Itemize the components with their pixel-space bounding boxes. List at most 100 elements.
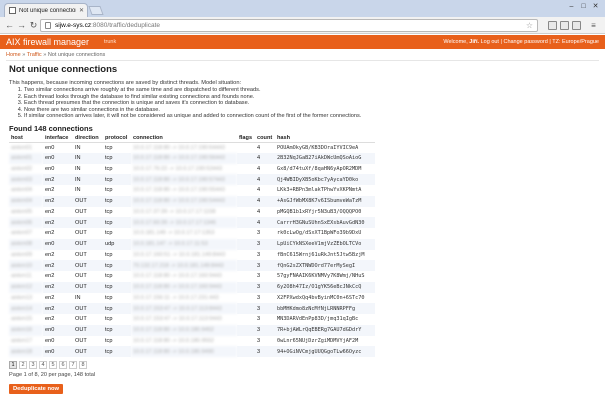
cell-flags: [237, 336, 255, 347]
cell-protocol: tcp: [105, 208, 113, 215]
cell-direction: OUT: [73, 303, 103, 314]
cell-direction: OUT: [73, 260, 103, 271]
cell-host: aixkrn05: [11, 208, 33, 215]
page-2-button[interactable]: 2: [19, 361, 27, 369]
page-3-button[interactable]: 3: [29, 361, 37, 369]
cell-host: aixkrn02: [11, 165, 33, 172]
page-1-button[interactable]: 1: [9, 361, 17, 369]
page-4-button[interactable]: 4: [39, 361, 47, 369]
page-5-button[interactable]: 5: [49, 361, 57, 369]
table-header-row: host interface direction protocol connec…: [9, 134, 375, 143]
cell-hash: CarrrH3GNuSUhnSxEXsbAuvGdN30: [275, 217, 375, 228]
table-row: aixkrn03 en2 IN tcp 10.0.17.118:80 -> 10.0.1…: [9, 174, 375, 185]
reload-icon[interactable]: ↻: [28, 20, 39, 31]
cell-connection: 10.0.17.118:80 -> 10.0.17.160:9443: [131, 281, 237, 293]
cell-interface: en0: [43, 346, 73, 357]
cell-interface: en0: [43, 152, 73, 164]
cell-interface: en2: [45, 230, 55, 237]
cell-host: aixkrn16: [9, 324, 43, 336]
address-bar[interactable]: sijw.e-sys.cz:8080/traffic/deduplicate ☆: [40, 19, 538, 32]
cell-interface: en0: [45, 165, 55, 172]
cell-host: aixkrn07: [11, 230, 33, 237]
cell-host: aixkrn15: [11, 316, 33, 323]
bookmark-star-icon[interactable]: ☆: [526, 21, 533, 30]
browser-tab[interactable]: Not unique connections ✕: [4, 3, 88, 17]
cell-flags: [237, 314, 255, 325]
close-window-icon[interactable]: ✕: [590, 2, 601, 11]
cell-protocol: tcp: [103, 303, 131, 314]
cell-count: 3: [257, 294, 261, 301]
cell-connection: 10.0.17.118:80 -> 10.0.180.9490: [131, 346, 237, 357]
cast-icon[interactable]: [560, 21, 569, 30]
close-tab-icon[interactable]: ✕: [79, 7, 84, 14]
minimize-icon[interactable]: –: [566, 2, 577, 11]
cell-flags: [237, 238, 255, 250]
cell-host: aixkrn04: [11, 187, 33, 194]
forward-icon[interactable]: →: [16, 20, 27, 31]
cell-interface: en2: [45, 187, 55, 194]
table-row: aixkrn02 en0 IN tcp 10.0.17.76:22 -> 10.0.17…: [9, 164, 375, 175]
user-name[interactable]: Jiří.: [469, 39, 479, 45]
cell-count: 4: [255, 195, 275, 207]
cell-count: 4: [257, 187, 261, 194]
page-8-button[interactable]: 8: [79, 361, 87, 369]
page-7-button[interactable]: 7: [69, 361, 77, 369]
cell-interface: en0: [43, 238, 73, 250]
cell-host: aixkrn06: [9, 217, 43, 228]
cell-interface: en2: [45, 316, 55, 323]
change-password-link[interactable]: Change password: [503, 39, 547, 45]
cell-flags: [237, 324, 255, 336]
cell-count: 3: [255, 346, 275, 357]
breadcrumb-traffic[interactable]: Traffic: [27, 52, 42, 58]
cell-protocol: tcp: [105, 337, 113, 344]
page-favicon-icon: [9, 7, 16, 14]
table-row: aixkrn07 en2 OUT tcp 10.0.181.149 -> 10.0.17…: [9, 228, 375, 239]
extension-icon[interactable]: [548, 21, 557, 30]
page-title: Not unique connections: [9, 64, 118, 75]
cell-hash: bbMHKdmo8zNcMfNjLRNNRPFFg: [275, 303, 375, 314]
table-row: aixkrn17 en0 OUT tcp 10.0.17.118:80 -> 10.0.…: [9, 336, 375, 347]
cell-protocol: tcp: [105, 165, 113, 172]
col-count: count: [255, 134, 275, 143]
cell-count: 3: [257, 251, 261, 258]
col-host: host: [9, 134, 43, 143]
breadcrumb-home[interactable]: Home: [6, 52, 21, 58]
cell-protocol: tcp: [105, 144, 113, 151]
cell-hash: POUAmOkyGB/KB3DOraIYVIC9eA: [277, 144, 359, 151]
cell-connection: 10.0.17.118:80 -> 10.0.17.190:57443: [131, 174, 237, 185]
page-6-button[interactable]: 6: [59, 361, 67, 369]
user-menu: Welcome, Jiří. Log out | Change password…: [443, 39, 599, 45]
app-brand[interactable]: AIX firewall manager: [6, 37, 89, 47]
table-row: aixkrn14 en2 OUT tcp 10.0.17.153:47 -> 10.0.…: [9, 303, 375, 314]
cell-count: 4: [257, 165, 261, 172]
logout-link[interactable]: Log out: [481, 39, 499, 45]
cell-count: 3: [255, 324, 275, 336]
cell-host: aixkrn01: [9, 152, 43, 164]
cell-count: 3: [255, 260, 275, 271]
extension-2-icon[interactable]: [572, 21, 581, 30]
table-row: aixkrn01 en0 IN tcp 10.0.17.118:80 -> 10.0.1…: [9, 152, 375, 164]
cell-host: aixkrn03: [9, 174, 43, 185]
intro-text: This happens, because incoming connectio…: [9, 80, 242, 86]
new-tab-button[interactable]: [88, 6, 104, 15]
cell-hash: LKk3+RBPn3mlakTPhwYvXKPNmtA: [277, 187, 362, 194]
cell-protocol: tcp: [105, 316, 113, 323]
separator: |: [549, 39, 551, 45]
cell-flags: [237, 250, 255, 261]
cell-host: aixkrn01: [11, 144, 33, 151]
cell-hash: Gx8/d74tuXf/8qaHN6yApOR2MDM: [277, 165, 362, 172]
cell-hash: MN3DARVdEnPp83D/jmq31qIgBc: [277, 316, 359, 323]
page-info-icon[interactable]: [45, 22, 51, 29]
menu-icon[interactable]: ≡: [588, 20, 599, 31]
cell-direction: OUT: [75, 273, 87, 280]
divider: [6, 60, 599, 61]
deduplicate-now-button[interactable]: Deduplicate now: [9, 384, 64, 394]
cell-flags: [237, 185, 255, 196]
cell-hash: LpUiCYkNSXeeV1mjVzZEbOLTCVo: [275, 238, 375, 250]
maximize-icon[interactable]: □: [578, 2, 589, 11]
cell-hash: +AsGJfWbMX8K7v6ISbumveWaTzM: [275, 195, 375, 207]
cell-count: 3: [257, 337, 261, 344]
back-icon[interactable]: ←: [4, 20, 15, 31]
cell-connection: 10.0.181.149 -> 10.0.17.17:1353: [133, 230, 215, 237]
timezone-link[interactable]: TZ: Europe/Prague: [552, 39, 599, 45]
